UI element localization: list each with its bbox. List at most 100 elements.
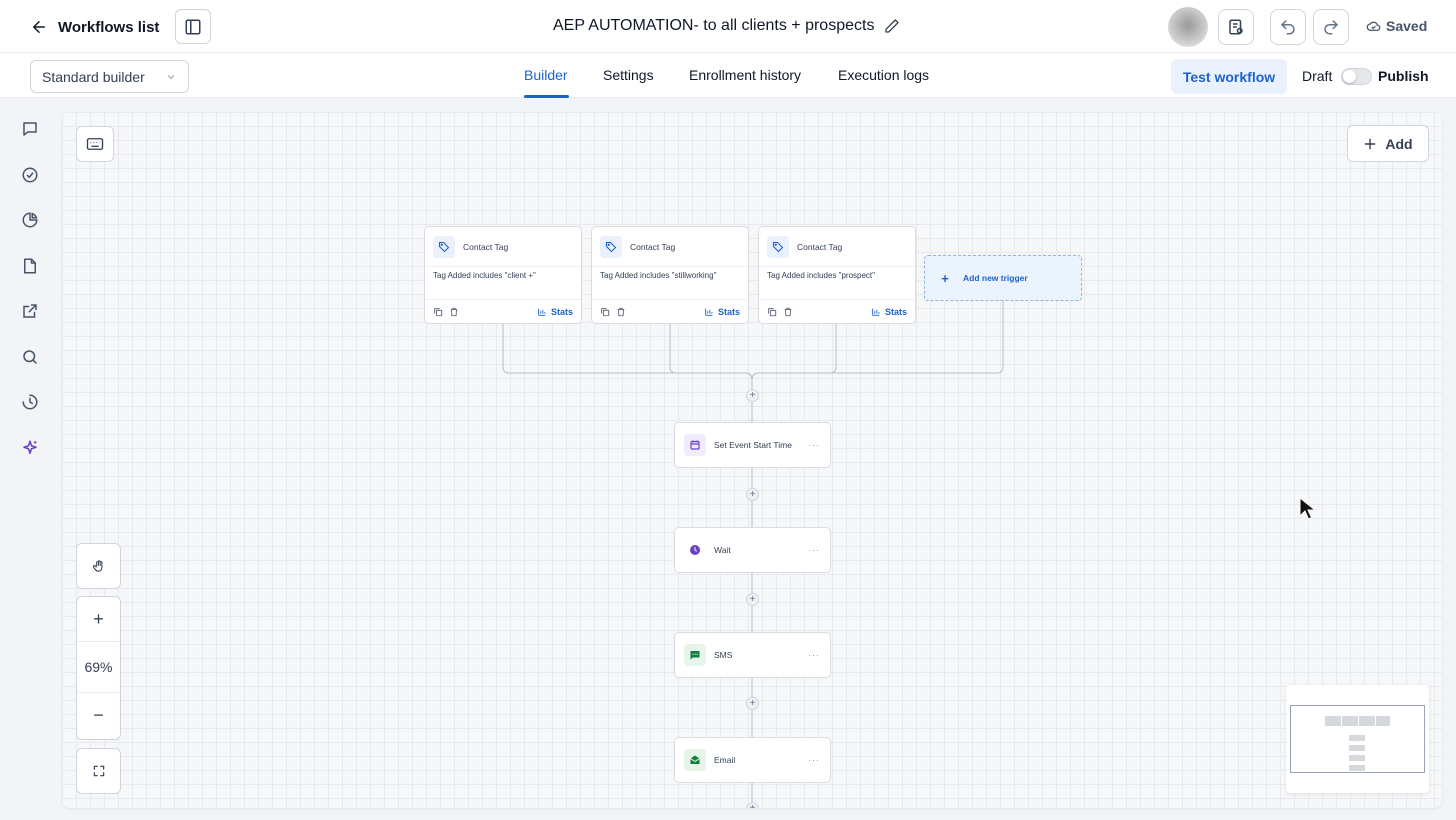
action-name: Email [714,755,736,765]
trigger-condition: Tag Added includes "stillworking" [600,271,717,280]
stats-label: Stats [717,306,740,317]
stats-link[interactable]: Stats [871,307,907,317]
trash-icon[interactable] [783,307,793,317]
trigger-header: Contact Tag [425,227,581,267]
builder-mode-select[interactable]: Standard builder [30,60,189,93]
trigger-card[interactable]: Contact Tag Tag Added includes "client +… [424,226,582,324]
external-link-icon[interactable] [20,301,40,321]
tag-icon [600,235,622,258]
notes-button[interactable] [1218,9,1254,45]
minimap-node [1376,716,1390,726]
bar-chart-icon [705,308,713,316]
tag-icon [767,235,789,258]
trash-icon[interactable] [616,307,626,317]
add-step-button[interactable]: + [746,593,759,606]
workflow-canvas[interactable]: Add Contact Tag Tag Added includes "clie… [62,112,1442,808]
calendar-icon [684,434,706,456]
sub-bar: Standard builder Builder Settings Enroll… [0,53,1456,98]
plus-icon [1365,138,1376,149]
message-icon [684,644,706,666]
action-name: Set Event Start Time [714,440,792,450]
keyboard-icon [86,138,104,150]
stats-label: Stats [550,306,573,317]
test-workflow-button[interactable]: Test workflow [1171,59,1287,94]
add-step-button[interactable]: + [746,389,759,402]
action-email[interactable]: Email ··· [674,737,831,783]
chat-icon[interactable] [20,119,40,139]
saved-status: Saved [1366,18,1427,34]
document-icon[interactable] [20,256,40,276]
notes-icon [1229,19,1243,35]
trigger-header: Contact Tag [759,227,915,267]
tab-settings[interactable]: Settings [603,67,654,83]
panel-left-icon [185,19,201,34]
copy-icon[interactable] [767,307,777,317]
add-step-button[interactable]: + [746,802,759,808]
action-sms[interactable]: SMS ··· [674,632,831,678]
more-options-icon[interactable]: ··· [808,440,820,450]
builder-mode-value: Standard builder [42,68,145,85]
trigger-footer: Stats [425,299,581,323]
trigger-condition: Tag Added includes "prospect" [767,271,875,280]
trash-icon[interactable] [449,307,459,317]
tab-builder[interactable]: Builder [524,67,568,83]
plus-icon: + [941,270,949,286]
undo-button[interactable] [1270,9,1306,45]
action-name: SMS [714,650,733,660]
add-button[interactable]: Add [1347,125,1429,162]
pie-chart-icon[interactable] [20,210,40,230]
zoom-controls: + 69% − [76,596,121,740]
more-options-icon[interactable]: ··· [808,755,820,765]
action-wait[interactable]: Wait ··· [674,527,831,573]
trigger-card[interactable]: Contact Tag Tag Added includes "stillwor… [591,226,749,324]
pencil-icon[interactable] [884,18,900,34]
undo-icon [1280,20,1295,35]
zoom-out-button[interactable]: − [77,693,120,737]
top-bar: Workflows list AEP AUTOMATION- to all cl… [0,0,1456,53]
cloud-check-icon [1366,21,1381,31]
trigger-card[interactable]: Contact Tag Tag Added includes "prospect… [758,226,916,324]
pan-tool-button[interactable] [76,543,121,589]
copy-icon[interactable] [600,307,610,317]
trigger-footer: Stats [592,299,748,323]
arrow-left-icon [33,21,45,33]
trigger-name: Contact Tag [463,241,509,252]
tab-execution-logs[interactable]: Execution logs [838,67,929,83]
bar-chart-icon [872,308,880,316]
stats-label: Stats [884,306,907,317]
workflow-title-text: AEP AUTOMATION- to all clients + prospec… [553,17,875,34]
more-options-icon[interactable]: ··· [808,545,820,555]
trigger-header: Contact Tag [592,227,748,267]
action-set-event-start-time[interactable]: Set Event Start Time ··· [674,422,831,468]
publish-toggle[interactable] [1341,68,1372,85]
draft-label: Draft [1302,68,1333,84]
stats-link[interactable]: Stats [537,307,573,317]
search-icon[interactable] [20,347,40,367]
tab-enrollment-history[interactable]: Enrollment history [689,67,801,83]
history-icon[interactable] [20,392,40,412]
redo-button[interactable] [1313,9,1349,45]
chevron-down-icon [167,74,175,79]
avatar[interactable] [1168,7,1208,47]
copy-icon[interactable] [433,307,443,317]
back-label: Workflows list [58,18,160,36]
minimap-node [1342,716,1358,726]
keyboard-shortcuts-button[interactable] [76,126,114,162]
add-label: Add [1385,135,1413,152]
zoom-level: 69% [77,641,120,693]
add-step-button[interactable]: + [746,697,759,710]
sidebar-toggle-button[interactable] [175,9,211,44]
zoom-in-button[interactable]: + [77,597,120,641]
fit-view-button[interactable] [76,748,121,794]
sparkle-icon[interactable] [20,438,40,458]
minimap[interactable] [1286,685,1429,793]
stats-link[interactable]: Stats [704,307,740,317]
minimap-node [1349,735,1365,741]
expand-icon [93,765,104,777]
back-to-workflows-button[interactable]: Workflows list [30,14,159,40]
add-new-trigger-button[interactable]: + Add new trigger [924,255,1082,301]
add-step-button[interactable]: + [746,488,759,501]
mail-icon [684,749,706,771]
more-options-icon[interactable]: ··· [808,650,820,660]
check-circle-icon[interactable] [20,165,40,185]
